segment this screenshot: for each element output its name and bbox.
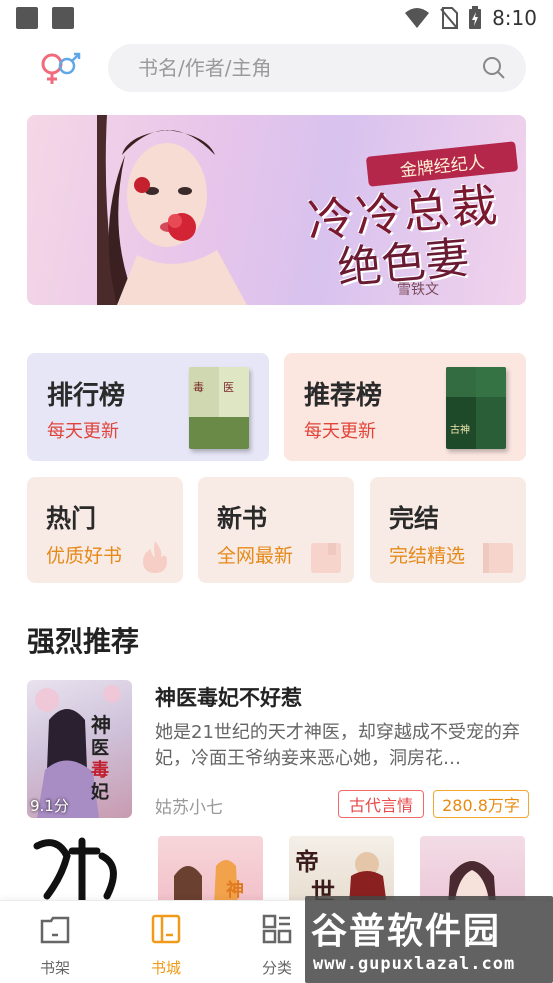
svg-text:医: 医 (91, 738, 109, 759)
section-title: 强烈推荐 (27, 625, 140, 658)
svg-text:毒: 毒 (91, 759, 109, 781)
tab-bookshelf[interactable]: 书架 (25, 913, 85, 977)
recommended-book-item[interactable]: 神 医 毒 妃 9.1分 神医毒妃不好惹 她是21世纪的天才神医，却穿越成不受宠… (27, 680, 529, 818)
book-description: 她是21世纪的天才神医，却穿越成不受宠的弃妃，冷面王爷纳妾来恶心她，洞房花… (155, 722, 520, 769)
finished-card[interactable]: 完结 完结精选 (370, 477, 526, 583)
bookstore-icon (151, 914, 181, 944)
svg-text:妃: 妃 (91, 781, 109, 803)
watermark-url: www.gupuxlazal.com (313, 954, 516, 974)
category-icon (262, 914, 292, 944)
search-row (0, 44, 553, 92)
recommend-card-subtitle: 每天更新 (304, 421, 376, 442)
notification-square-icon (16, 7, 38, 29)
banner-author: 雪铁文 (397, 282, 439, 298)
book-title[interactable]: 神医毒妃不好惹 (155, 682, 302, 712)
hot-card-title: 热门 (46, 504, 97, 533)
notification-square-icon (52, 7, 74, 29)
watermark: 谷普软件园 www.gupuxlazal.com (305, 896, 553, 983)
svg-text:毒: 毒 (193, 381, 204, 394)
promo-banner[interactable]: 金牌经纪人 冷冷总裁 绝色妻 雪铁文 (27, 115, 526, 305)
finished-card-title: 完结 (389, 504, 440, 533)
svg-text:神: 神 (226, 879, 244, 901)
bookshelf-icon (40, 916, 70, 944)
watermark-brand: 谷普软件园 (311, 911, 502, 952)
book-stack-image: 古神 (446, 367, 506, 449)
tab-label: 书架 (39, 959, 70, 977)
search-input[interactable] (138, 56, 458, 80)
banner-illustration (97, 115, 247, 305)
gender-toggle-button[interactable] (38, 50, 84, 86)
svg-text:医: 医 (223, 381, 234, 394)
new-book-icon (311, 543, 341, 573)
book-cover[interactable] (27, 836, 132, 906)
recommend-card-title: 推荐榜 (304, 381, 383, 411)
search-icon[interactable] (482, 56, 506, 80)
book-score: 9.1分 (30, 797, 69, 815)
finished-card-subtitle: 完结精选 (389, 545, 466, 567)
status-bar: 8:10 (0, 0, 553, 36)
book-cover[interactable]: 神 医 毒 妃 9.1分 (27, 680, 132, 818)
new-book-card[interactable]: 新书 全网最新 (198, 477, 354, 583)
new-card-subtitle: 全网最新 (217, 545, 294, 567)
tab-bookstore[interactable]: 书城 (136, 913, 196, 977)
wifi-icon (405, 8, 430, 28)
hot-card-subtitle: 优质好书 (46, 545, 123, 567)
ranking-card-title: 排行榜 (47, 381, 126, 411)
status-time: 8:10 (492, 6, 537, 30)
flame-icon (143, 541, 167, 573)
svg-text:帝: 帝 (295, 847, 319, 876)
genre-tag: 古代言情 (338, 790, 424, 818)
tab-category[interactable]: 分类 (247, 913, 307, 977)
ranking-card-subtitle: 每天更新 (47, 421, 119, 442)
svg-text:神: 神 (91, 713, 111, 737)
search-bar[interactable] (108, 44, 526, 92)
book-cover-art: 神 (174, 860, 244, 906)
gender-icon (41, 52, 81, 84)
tab-label: 书城 (150, 959, 181, 977)
battery-charging-icon (469, 6, 482, 29)
hot-card[interactable]: 热门 优质好书 (27, 477, 183, 583)
book-author: 姑苏小七 (155, 798, 223, 818)
book-cover[interactable]: 神 (158, 836, 263, 906)
ranking-card[interactable]: 排行榜 每天更新 毒 医 (27, 353, 269, 461)
tab-label: 分类 (261, 959, 292, 977)
finished-book-icon (483, 543, 513, 573)
book-cover-art (33, 837, 117, 905)
svg-text:古神: 古神 (450, 423, 470, 436)
recommend-card[interactable]: 推荐榜 每天更新 古神 (284, 353, 526, 461)
no-sim-icon (440, 7, 459, 29)
book-stack-image: 毒 医 (189, 367, 249, 449)
new-card-title: 新书 (217, 504, 268, 533)
word-count-tag: 280.8万字 (433, 790, 529, 818)
